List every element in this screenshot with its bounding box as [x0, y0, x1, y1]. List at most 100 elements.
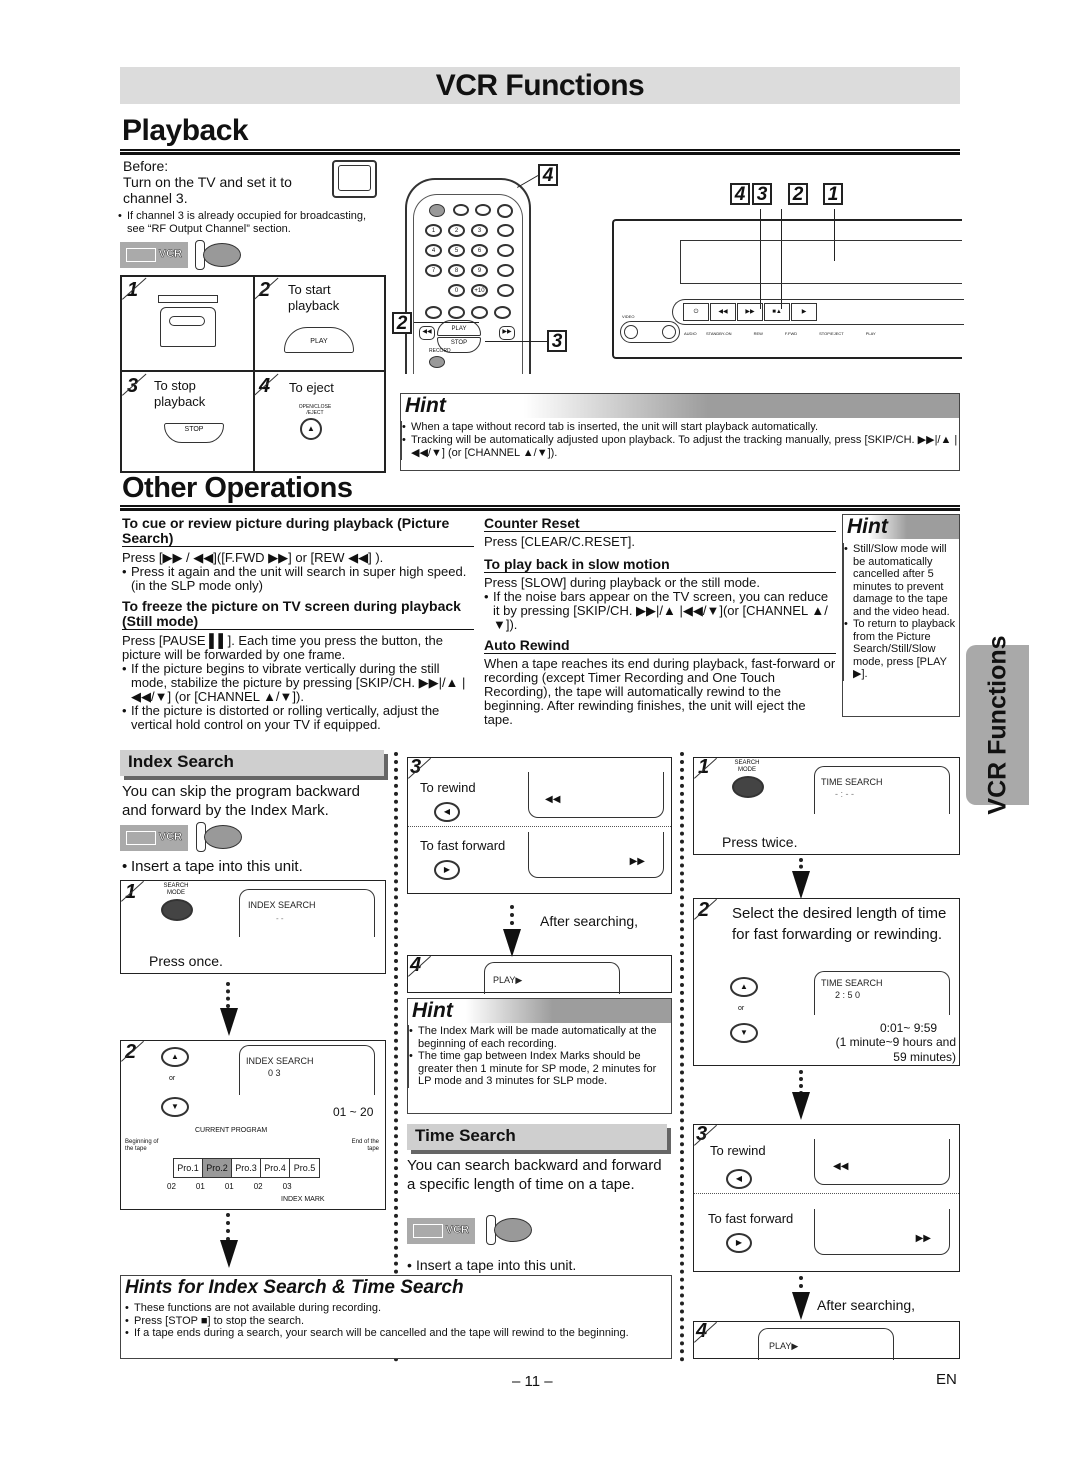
remote-key-9[interactable]: 9: [471, 264, 488, 277]
down-button[interactable]: ▼: [730, 1023, 758, 1043]
remote-rew-button[interactable]: ◀◀: [419, 326, 435, 340]
arrow-down-icon: [220, 1008, 238, 1036]
vcr-front-panel: ⏻ ◀◀ ▶▶ ■▲ ▶ STANDBY-ON REW F.FWD STOP/EJECT…: [612, 219, 964, 359]
hint-title: Hint: [847, 515, 888, 538]
time-step-4: 4 PLAY▶: [693, 1320, 960, 1360]
hints-title: Hints for Index Search & Time Search: [125, 1277, 464, 1298]
rewind-button[interactable]: ◀: [726, 1169, 752, 1189]
playback-title: Playback: [122, 114, 249, 147]
remote-key-8[interactable]: 8: [448, 264, 465, 277]
title-rule: [120, 149, 960, 155]
eject-label: OPEN/CLOSE /EJECT: [298, 404, 332, 416]
remote-side-key[interactable]: [497, 224, 514, 237]
remote-function-key[interactable]: [471, 306, 488, 319]
remote-key-5[interactable]: 5: [448, 244, 465, 257]
time-search-intro: You can search backward and forward a sp…: [407, 1157, 662, 1193]
callout-2: 2: [392, 312, 412, 334]
remote-key-0[interactable]: 0: [448, 284, 465, 297]
index-search-hint: Hint The Index Mark will be made automat…: [407, 998, 672, 1114]
remote-function-key[interactable]: [425, 306, 442, 319]
rewind-button[interactable]: ◀: [434, 802, 460, 822]
step-label: To eject: [289, 380, 334, 395]
callout-1: 1: [823, 183, 843, 205]
callout-3: 3: [752, 183, 772, 205]
down-button[interactable]: ▼: [161, 1097, 189, 1117]
after-searching-label: After searching,: [540, 913, 639, 929]
remote-side-key[interactable]: [497, 264, 514, 277]
remote-side-key[interactable]: [497, 284, 514, 297]
current-program-label: CURRENT PROGRAM: [195, 1127, 268, 1134]
tv-icon: [332, 160, 377, 198]
ffwd-button[interactable]: ▶: [434, 860, 460, 880]
index-mark-count: 03: [282, 1182, 292, 1191]
remote-control-illustration: 1 2 3 4 5 6 7 8 9 0 +10 PLAY STOP ◀◀ ▶▶ RECORD: [405, 178, 531, 374]
language-code: EN: [936, 1371, 957, 1388]
lcd-display: ▶▶: [814, 1209, 950, 1255]
up-button[interactable]: ▲: [161, 1047, 189, 1067]
callout-4: 4: [730, 183, 750, 205]
time-range-note: (1 minute~9 hours and 59 minutes): [835, 1035, 956, 1064]
record-label: RECORD: [429, 348, 451, 354]
remote-function-key[interactable]: [494, 306, 511, 319]
av-jacks: [620, 321, 680, 343]
remote-key-3[interactable]: 3: [471, 224, 488, 237]
hint-item: Still/Slow mode will be automatically ca…: [843, 543, 957, 618]
remote-side-key[interactable]: [497, 244, 514, 257]
remote-key-7[interactable]: 7: [425, 264, 442, 277]
tape-slot: [680, 240, 962, 284]
program-cell: Pro.5: [293, 1163, 316, 1173]
ffwd-button[interactable]: ▶: [726, 1233, 752, 1253]
arrow-down-icon: [220, 1240, 238, 1268]
index-range: 01 ~ 20: [333, 1105, 374, 1119]
index-mark-label: INDEX MARK: [281, 1196, 325, 1203]
remote-ffwd-button[interactable]: ▶▶: [499, 326, 515, 340]
remote-function-key[interactable]: [448, 306, 465, 319]
before-label: Before:: [123, 158, 169, 174]
panel-button[interactable]: ■▲: [764, 303, 790, 321]
speed-button[interactable]: [453, 204, 469, 216]
remote-vcr-button-icon: [196, 822, 246, 852]
search-mode-button[interactable]: [161, 899, 193, 921]
index-search-intro: You can skip the program backward and fo…: [122, 783, 360, 819]
audio-button[interactable]: [475, 204, 491, 216]
callout-2: 2: [788, 183, 808, 205]
callout-4: 4: [538, 164, 558, 186]
step-label: To start playback: [288, 282, 340, 313]
slow-motion-text: Press [SLOW] during playback or the stil…: [484, 575, 761, 590]
eject-button-remote[interactable]: [497, 204, 513, 218]
stop-button[interactable]: STOP: [164, 423, 224, 443]
playback-steps: 1 2 To start playback PLAY 3 To stop pla…: [120, 275, 386, 473]
up-button[interactable]: ▲: [730, 977, 758, 997]
step-label: To stop playback: [154, 378, 206, 409]
before-note: If channel 3 is already occupied for bro…: [118, 210, 383, 236]
remote-key-1[interactable]: 1: [425, 224, 442, 237]
lcd-display: ▶▶: [528, 832, 664, 878]
counter-reset-heading: Counter Reset: [484, 516, 836, 532]
program-cell: Pro.3: [232, 1159, 261, 1177]
remote-key-4[interactable]: 4: [425, 244, 442, 257]
insert-tape-note: Insert a tape into this unit.: [122, 858, 388, 876]
panel-button[interactable]: ⏻: [683, 303, 709, 321]
slow-motion-heading: To play back in slow motion: [484, 557, 836, 573]
time-search-heading: Time Search: [407, 1124, 667, 1150]
page-number: – 11 –: [512, 1373, 553, 1390]
title-rule: [120, 505, 960, 511]
play-button[interactable]: PLAY: [284, 327, 354, 353]
after-searching-label: After searching,: [817, 1297, 916, 1313]
standby-button[interactable]: [429, 204, 445, 217]
eject-button[interactable]: ▲: [300, 418, 322, 440]
panel-button[interactable]: ▶▶: [737, 303, 763, 321]
panel-button[interactable]: ▶: [791, 303, 817, 321]
remote-key-2[interactable]: 2: [448, 224, 465, 237]
picture-search-text: Press [▶▶ / ◀◀]([F.FWD ▶▶] or [REW ◀◀] )…: [122, 550, 384, 565]
remote-key-6[interactable]: 6: [471, 244, 488, 257]
program-bar: Pro.1 Pro.2 Pro.3 Pro.4 Pro.5: [173, 1158, 320, 1178]
search-mode-button[interactable]: [732, 776, 764, 798]
remote-key-+10[interactable]: +10: [471, 284, 488, 297]
counter-reset-text: Press [CLEAR/C.RESET].: [484, 534, 635, 549]
hint-item: The Index Mark will be made automaticall…: [408, 1025, 671, 1050]
record-button[interactable]: [429, 356, 445, 368]
time-range: 0:01~ 9:59: [880, 1021, 938, 1035]
lcd-display: INDEX SEARCH - -: [239, 889, 375, 937]
panel-button[interactable]: ◀◀: [710, 303, 736, 321]
